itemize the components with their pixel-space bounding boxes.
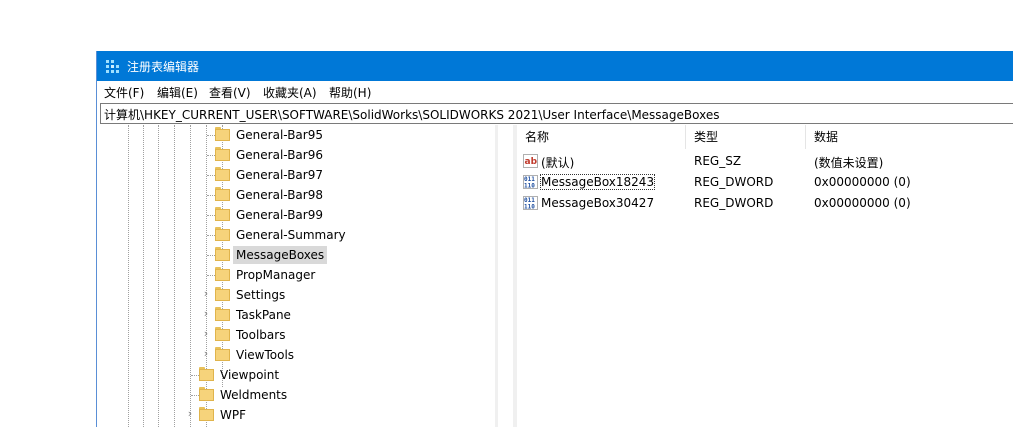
tree-node-label: Weldments	[220, 388, 288, 402]
chevron-right-icon[interactable]: ›	[201, 288, 211, 299]
menu-bar: 文件(F) 编辑(E) 查看(V) 收藏夹(A) 帮助(H)	[97, 81, 1013, 101]
regedit-app-icon	[106, 60, 119, 73]
tree-scrollbar[interactable]: ▲	[495, 125, 498, 427]
tree-node-label: ViewTools	[236, 348, 295, 362]
svg-text:110: 110	[524, 204, 535, 211]
folder-icon	[199, 367, 214, 381]
value-type: REG_SZ	[694, 154, 742, 168]
menu-favorites[interactable]: 收藏夹(A)	[263, 84, 317, 101]
folder-icon	[215, 147, 230, 161]
tree-node-toolbars[interactable]: › Toolbars	[100, 325, 490, 345]
address-bar[interactable]: 计算机\HKEY_CURRENT_USER\SOFTWARE\SolidWork…	[100, 103, 1013, 124]
tree-node-general-bar97[interactable]: General-Bar97	[100, 165, 490, 185]
column-header-data[interactable]: 数据	[814, 125, 838, 149]
chevron-right-icon[interactable]: ›	[201, 328, 211, 339]
tree-node-label: TaskPane	[236, 308, 291, 322]
tree-node-label: General-Bar97	[236, 168, 323, 182]
tree-node-label: PropManager	[236, 268, 316, 282]
tree-node-label: General-Bar95	[236, 128, 323, 142]
folder-icon	[215, 287, 230, 301]
tree-node-general-bar96[interactable]: General-Bar96	[100, 145, 490, 165]
value-row[interactable]: ab (默认) REG_SZ (数值未设置)	[517, 151, 1013, 171]
window-title: 注册表编辑器	[127, 60, 200, 74]
tree-node-propmanager[interactable]: PropManager	[100, 265, 490, 285]
value-type: REG_DWORD	[694, 175, 774, 189]
value-type: REG_DWORD	[694, 196, 774, 210]
folder-icon	[215, 187, 230, 201]
regedit-window: 注册表编辑器 文件(F) 编辑(E) 查看(V) 收藏夹(A) 帮助(H) 计算…	[97, 51, 1013, 427]
tree-node-label: WPF	[220, 408, 247, 422]
folder-icon	[215, 347, 230, 361]
chevron-right-icon[interactable]: ›	[201, 348, 211, 359]
tree-node-label: Toolbars	[236, 328, 286, 342]
value-data: 0x00000000 (0)	[814, 196, 911, 210]
folder-icon	[215, 167, 230, 181]
tree-node-messageboxes[interactable]: MessageBoxes	[100, 245, 490, 265]
svg-text:ab: ab	[525, 157, 538, 167]
folder-icon	[215, 267, 230, 281]
tree-node-label: Settings	[236, 288, 286, 302]
menu-help[interactable]: 帮助(H)	[329, 84, 371, 101]
chevron-right-icon[interactable]: ›	[185, 408, 195, 419]
column-header-type[interactable]: 类型	[694, 125, 718, 149]
value-data: (数值未设置)	[814, 156, 884, 170]
title-bar[interactable]: 注册表编辑器	[97, 51, 1013, 81]
string-value-icon: ab	[523, 154, 538, 168]
tree-node-label-selected: MessageBoxes	[233, 246, 328, 264]
chevron-right-icon[interactable]: ›	[201, 308, 211, 319]
address-path: 计算机\HKEY_CURRENT_USER\SOFTWARE\SolidWork…	[104, 108, 720, 122]
svg-text:110: 110	[524, 183, 535, 190]
tree-node-label: General-Bar96	[236, 148, 323, 162]
column-header-name[interactable]: 名称	[525, 125, 549, 149]
tree-node-label: General-Bar99	[236, 208, 323, 222]
folder-icon	[215, 127, 230, 141]
dword-value-icon: 011 110	[523, 196, 538, 210]
value-name: MessageBox18243	[539, 174, 656, 190]
tree-node-viewpoint[interactable]: Viewpoint	[100, 365, 490, 385]
tree-node-label: Viewpoint	[220, 368, 280, 382]
tree-node-label: General-Summary	[236, 228, 346, 242]
value-list[interactable]: 名称 类型 数据 ab (默认) REG_SZ (数值未设置) 011 110 …	[517, 125, 1013, 427]
folder-icon	[215, 227, 230, 241]
tree-node-label: General-Bar98	[236, 188, 323, 202]
tree-node-wpf[interactable]: › WPF	[100, 405, 490, 425]
scroll-up-icon[interactable]: ▲	[497, 128, 498, 140]
tree-node-settings[interactable]: › Settings	[100, 285, 490, 305]
tree-node-general-summary[interactable]: General-Summary	[100, 225, 490, 245]
value-row[interactable]: 011 110 MessageBox30427 REG_DWORD 0x0000…	[517, 193, 1013, 213]
tree-node-general-bar99[interactable]: General-Bar99	[100, 205, 490, 225]
folder-icon	[215, 327, 230, 341]
menu-file[interactable]: 文件(F)	[104, 84, 144, 101]
value-name: (默认)	[541, 156, 575, 170]
value-data: 0x00000000 (0)	[814, 175, 911, 189]
tree-node-weldments[interactable]: Weldments	[100, 385, 490, 405]
folder-icon	[215, 307, 230, 321]
key-tree[interactable]: General-Bar95 General-Bar96 General-Bar9…	[100, 125, 498, 427]
tree-node-general-bar98[interactable]: General-Bar98	[100, 185, 490, 205]
folder-icon	[215, 207, 230, 221]
value-name: MessageBox30427	[541, 196, 655, 210]
tree-node-viewtools[interactable]: › ViewTools	[100, 345, 490, 365]
menu-edit[interactable]: 编辑(E)	[157, 84, 198, 101]
dword-value-icon: 011 110	[523, 175, 538, 189]
tree-node-general-bar95[interactable]: General-Bar95	[100, 125, 490, 145]
folder-icon	[199, 407, 214, 421]
tree-node-taskpane[interactable]: › TaskPane	[100, 305, 490, 325]
menu-view[interactable]: 查看(V)	[209, 84, 251, 101]
value-row[interactable]: 011 110 MessageBox18243 REG_DWORD 0x0000…	[517, 172, 1013, 192]
folder-open-icon	[215, 247, 230, 261]
folder-icon	[199, 387, 214, 401]
